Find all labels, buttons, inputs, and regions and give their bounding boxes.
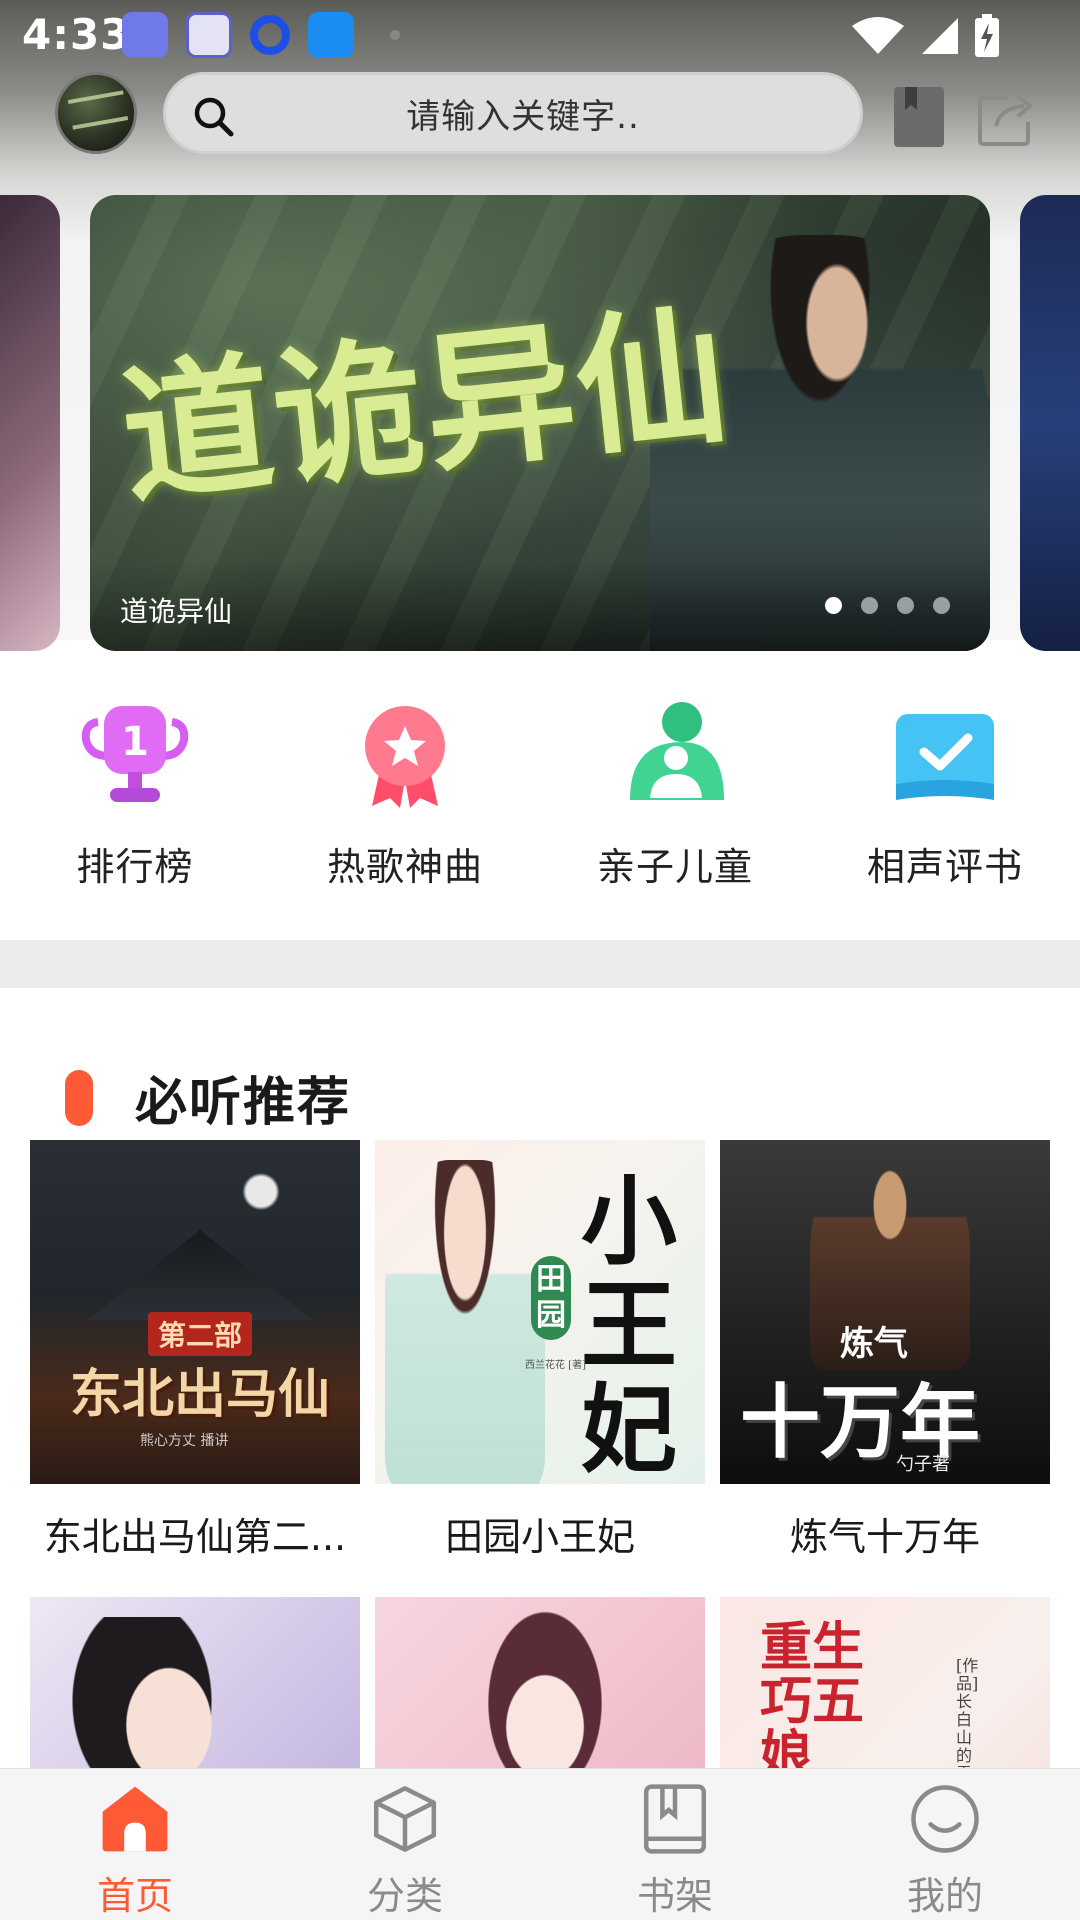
more-notifications-dot xyxy=(390,30,400,40)
book-title: 田园小王妃 xyxy=(444,1515,635,1559)
nav-label: 首页 xyxy=(96,1874,173,1918)
wifi-icon xyxy=(852,17,904,54)
share-icon[interactable] xyxy=(978,90,1034,146)
cover-badge: 田园 xyxy=(531,1256,571,1340)
section-divider xyxy=(0,940,1080,988)
book-card[interactable]: 田园 小王妃 西兰花花 [著] 田园小王妃 xyxy=(375,1140,705,1561)
app-screen: 4:33 请输入关键字.. 道诡异仙 道诡异仙 1 排行榜 热歌神曲 亲子儿童 … xyxy=(0,0,1080,1920)
book-cover: 炼气 十万年 勺子著 xyxy=(720,1140,1050,1484)
nav-bookshelf[interactable]: 书架 xyxy=(540,1769,810,1920)
cover-credit: 西兰花花 [著] xyxy=(525,1360,586,1371)
category-label: 排行榜 xyxy=(76,845,194,889)
nav-label: 分类 xyxy=(366,1874,443,1918)
cover-credit: 勺子著 xyxy=(896,1454,950,1475)
circle-icon xyxy=(250,15,290,55)
search-placeholder: 请输入关键字.. xyxy=(406,96,640,137)
status-bar: 4:33 xyxy=(0,0,1080,72)
svg-text:1: 1 xyxy=(121,719,149,765)
bookmark-icon[interactable] xyxy=(893,86,945,148)
category-parent-child[interactable]: 亲子儿童 xyxy=(540,700,810,930)
banner-dot-2[interactable] xyxy=(861,597,878,614)
banner-dot-1[interactable] xyxy=(825,597,842,614)
banner-next-slide[interactable] xyxy=(1020,195,1080,651)
book-cover: 第二部 东北出马仙 熊心方丈 播讲 xyxy=(30,1140,360,1484)
search-icon xyxy=(194,97,234,137)
nav-label: 书架 xyxy=(636,1874,713,1918)
home-icon xyxy=(102,1786,168,1852)
banner-dot-3[interactable] xyxy=(897,597,914,614)
search-bar[interactable]: 请输入关键字.. xyxy=(163,72,863,154)
book-cover: 田园 小王妃 西兰花花 [著] xyxy=(375,1140,705,1484)
checkbook-icon xyxy=(896,714,994,800)
recommend-header: 必听推荐 xyxy=(65,1060,351,1135)
nav-home[interactable]: 首页 xyxy=(0,1769,270,1920)
banner-prev-slide[interactable] xyxy=(0,195,60,651)
banner-caption: 道诡异仙 xyxy=(120,595,233,628)
cover-series-label: 第二部 xyxy=(148,1312,253,1356)
banner-pagination xyxy=(825,597,950,614)
category-crosstalk[interactable]: 相声评书 xyxy=(810,700,1080,930)
book-row: 第二部 东北出马仙 熊心方丈 播讲 东北出马仙第二... 田园 小王妃 西兰花花… xyxy=(30,1140,1050,1561)
video-icon xyxy=(308,12,354,58)
medal-icon xyxy=(365,706,445,808)
trophy-icon: 1 xyxy=(81,706,189,802)
bookshelf-icon xyxy=(643,1784,707,1854)
section-accent-bar xyxy=(65,1069,93,1126)
category-label: 热歌神曲 xyxy=(326,845,483,889)
cover-title-art: 重生巧五娘 xyxy=(760,1617,865,1786)
user-avatar[interactable] xyxy=(55,72,137,154)
category-label: 相声评书 xyxy=(866,845,1023,889)
headphone-icon xyxy=(186,12,232,58)
nav-category[interactable]: 分类 xyxy=(270,1769,540,1920)
section-title: 必听推荐 xyxy=(135,1073,352,1133)
category-ranking[interactable]: 1 排行榜 xyxy=(0,700,270,930)
bottom-navigation: 首页 分类 书架 我的 xyxy=(0,1768,1080,1920)
status-system-icons xyxy=(850,14,1000,58)
nav-label: 我的 xyxy=(906,1874,983,1918)
nav-profile[interactable]: 我的 xyxy=(810,1769,1080,1920)
category-shortcuts: 1 排行榜 热歌神曲 亲子儿童 相声评书 xyxy=(0,700,1080,930)
cover-title-art: 东北出马仙 xyxy=(70,1364,331,1425)
book-title: 东北出马仙第二... xyxy=(43,1515,347,1559)
cover-title-art: 小王妃 xyxy=(581,1165,677,1484)
banner-dot-4[interactable] xyxy=(933,597,950,614)
parent-child-icon xyxy=(630,702,724,800)
book-reader-icon xyxy=(122,12,168,58)
banner-slide[interactable]: 道诡异仙 道诡异仙 xyxy=(90,195,990,651)
cube-icon xyxy=(373,1786,437,1852)
battery-charging-icon xyxy=(975,14,999,57)
smile-icon xyxy=(911,1785,979,1853)
category-hot-songs[interactable]: 热歌神曲 xyxy=(270,700,540,930)
signal-icon xyxy=(922,18,958,54)
cover-credit: [作品] 长白山的雪 xyxy=(956,1656,979,1783)
cover-credit: 熊心方丈 播讲 xyxy=(140,1433,229,1449)
book-card[interactable]: 第二部 东北出马仙 熊心方丈 播讲 东北出马仙第二... xyxy=(30,1140,360,1561)
book-title: 炼气十万年 xyxy=(789,1515,980,1559)
status-time: 4:33 xyxy=(22,10,131,59)
category-label: 亲子儿童 xyxy=(596,845,753,889)
book-card[interactable]: 炼气 十万年 勺子著 炼气十万年 xyxy=(720,1140,1050,1561)
status-notification-icons xyxy=(122,12,400,58)
